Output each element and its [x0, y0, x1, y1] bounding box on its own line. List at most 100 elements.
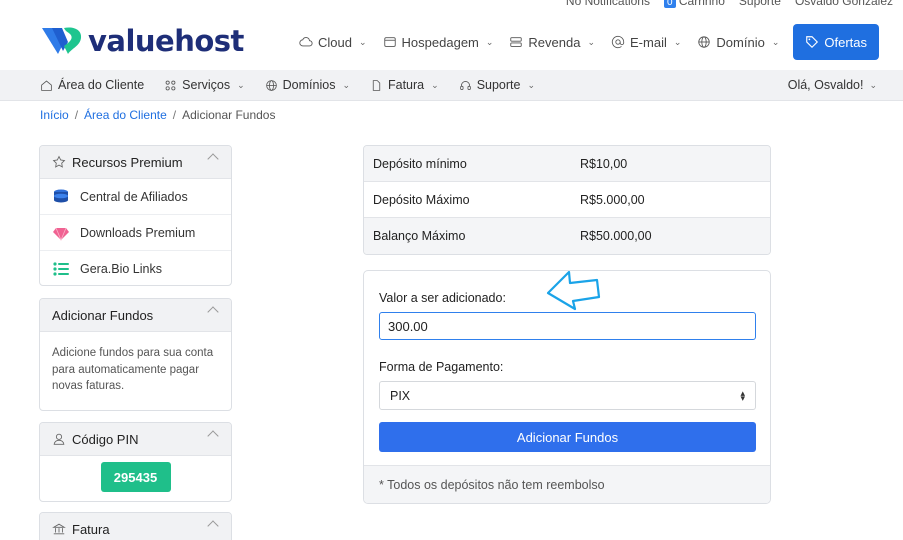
- pin-body: 295435: [40, 456, 231, 498]
- notifications-link[interactable]: No Notifications: [566, 0, 650, 8]
- collapse-icon[interactable]: [207, 430, 219, 442]
- top-utility-bar: No Notifications 0 Carrinho Suporte Osva…: [566, 0, 893, 8]
- chevron-down-icon: ⌄: [342, 79, 350, 90]
- add-funds-panel-title: Adicionar Fundos: [52, 307, 154, 323]
- nav-dominio[interactable]: Domínio ⌄: [689, 24, 787, 60]
- breadcrumb-client-area[interactable]: Área do Cliente: [84, 108, 167, 122]
- limit-value: R$10,00: [580, 156, 628, 171]
- grid-icon: [165, 80, 176, 90]
- limit-label: Balanço Máximo: [373, 229, 466, 243]
- breadcrumb-home[interactable]: Início: [40, 108, 69, 122]
- globe-icon: [265, 79, 277, 91]
- nav-cloud[interactable]: Cloud ⌄: [291, 24, 375, 60]
- bank-icon: [52, 523, 66, 535]
- limit-label: Depósito mínimo: [373, 156, 467, 171]
- add-funds-button[interactable]: Adicionar Fundos: [379, 422, 756, 452]
- chevron-down-icon: ⌄: [673, 36, 682, 47]
- brand-name: valuehost: [88, 24, 244, 58]
- premium-panel-title: Recursos Premium: [72, 154, 183, 170]
- deposit-limits-table: Depósito mínimo R$10,00 Depósito Máximo …: [363, 145, 771, 255]
- greeting-menu[interactable]: Olá, Osvaldo! ⌄: [788, 78, 877, 92]
- support-link[interactable]: Suporte: [739, 0, 781, 8]
- nav-cloud-label: Cloud: [318, 34, 352, 50]
- pin-code-badge: 295435: [100, 462, 171, 492]
- nav-hospedagem[interactable]: Hospedagem ⌄: [375, 24, 502, 60]
- cloud-icon: [299, 37, 313, 47]
- coins-icon: [54, 189, 68, 202]
- pin-panel-title: Código PIN: [72, 431, 139, 447]
- premium-panel: Recursos Premium Central de Afiliados Do…: [39, 145, 232, 286]
- limit-value: R$50.000,00: [580, 229, 652, 243]
- sidebar-item-label: Gera.Bio Links: [80, 262, 162, 276]
- pin-panel: Código PIN 295435: [39, 422, 232, 502]
- nav-hospedagem-label: Hospedagem: [401, 34, 479, 50]
- star-icon: [52, 155, 66, 168]
- chevron-down-icon: ⌄: [359, 36, 367, 47]
- diamond-icon: [53, 227, 69, 241]
- chevron-down-icon: ⌄: [237, 79, 245, 90]
- refund-note: * Todos os depósitos não tem reembolso: [364, 465, 770, 503]
- nav-revenda-label: Revenda: [528, 34, 581, 50]
- nav-dominio-label: Domínio: [716, 34, 765, 50]
- sidebar-item-affiliates[interactable]: Central de Afiliados: [40, 179, 231, 215]
- list-icon: [53, 262, 69, 276]
- payment-method-selected: PIX: [390, 388, 411, 403]
- tag-icon: [806, 36, 819, 49]
- invoice-panel: Fatura: [39, 512, 232, 540]
- subnav-invoice[interactable]: Fatura ⌄: [370, 78, 439, 92]
- table-row: Balanço Máximo R$50.000,00: [364, 218, 770, 254]
- chevron-down-icon: ⌄: [771, 36, 780, 47]
- subnav-client-area[interactable]: Área do Cliente: [40, 78, 144, 92]
- brand-logo[interactable]: valuehost: [40, 24, 244, 58]
- invoice-panel-title: Fatura: [72, 521, 110, 537]
- nav-email[interactable]: E-mail ⌄: [603, 24, 689, 60]
- client-nav: Área do Cliente Serviços ⌄ Domínios ⌄ Fatu…: [0, 70, 903, 101]
- premium-panel-header[interactable]: Recursos Premium: [40, 146, 231, 179]
- breadcrumb: Início / Área do Cliente / Adicionar Fun…: [40, 108, 275, 122]
- payment-method-select[interactable]: PIX ▴ ▾: [379, 381, 756, 410]
- chevron-down-icon: ⌄: [587, 36, 596, 47]
- subnav-invoice-label: Fatura: [388, 78, 425, 92]
- subnav-domains-label: Domínios: [282, 78, 336, 92]
- chevron-down-icon: ⌄: [485, 36, 494, 47]
- subnav-support-label: Suporte: [476, 78, 521, 92]
- add-funds-panel-header[interactable]: Adicionar Fundos: [40, 299, 231, 332]
- window-icon: [383, 37, 396, 47]
- invoice-panel-header[interactable]: Fatura: [40, 513, 231, 540]
- cart-link[interactable]: 0 Carrinho: [663, 0, 725, 8]
- subnav-domains[interactable]: Domínios ⌄: [265, 78, 350, 92]
- sidebar-item-downloads[interactable]: Downloads Premium: [40, 215, 231, 251]
- subnav-support[interactable]: Suporte ⌄: [459, 78, 535, 92]
- user-icon: [53, 433, 65, 445]
- subnav-services[interactable]: Serviços ⌄: [164, 78, 245, 92]
- globe-icon: [698, 36, 711, 48]
- select-arrows-icon: ▴ ▾: [740, 387, 745, 403]
- headset-icon: [459, 80, 471, 90]
- at-icon: [611, 35, 625, 49]
- breadcrumb-separator: /: [74, 108, 79, 122]
- server-icon: [510, 37, 523, 47]
- collapse-icon[interactable]: [207, 306, 219, 318]
- sidebar-item-biolinks[interactable]: Gera.Bio Links: [40, 251, 231, 285]
- add-funds-panel: Adicionar Fundos Adicione fundos para su…: [39, 298, 232, 411]
- limit-label: Depósito Máximo: [373, 192, 470, 207]
- sidebar-item-label: Downloads Premium: [80, 225, 196, 240]
- nav-revenda[interactable]: Revenda ⌄: [501, 24, 603, 60]
- nav-email-label: E-mail: [630, 34, 667, 50]
- subnav-services-label: Serviços: [182, 78, 231, 92]
- chevron-down-icon: ⌄: [527, 79, 536, 90]
- amount-input[interactable]: [379, 312, 756, 340]
- subnav-client-area-label: Área do Cliente: [58, 78, 145, 92]
- cart-count-badge: 0: [663, 0, 676, 8]
- pin-panel-header[interactable]: Código PIN: [40, 423, 231, 456]
- cart-label: Carrinho: [678, 0, 725, 8]
- home-icon: [41, 80, 52, 91]
- arrow-left-icon: [546, 270, 601, 311]
- user-menu[interactable]: Osvaldo Gonzalez: [795, 0, 893, 8]
- limit-value: R$5.000,00: [580, 192, 645, 207]
- main-nav: Cloud ⌄ Hospedagem ⌄ Revenda ⌄ E-mail ⌄ Domí…: [291, 24, 879, 60]
- chevron-down-icon: ⌄: [431, 79, 439, 90]
- collapse-icon[interactable]: [207, 520, 219, 532]
- collapse-icon[interactable]: [207, 153, 219, 165]
- offers-button[interactable]: Ofertas: [793, 24, 879, 60]
